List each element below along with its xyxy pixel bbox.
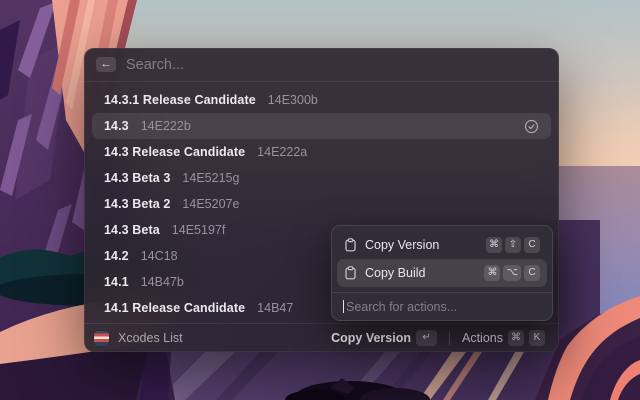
action-label: Copy Build [365, 266, 476, 280]
version-row[interactable]: 14.3.1 Release Candidate 14E300b [92, 87, 551, 113]
key-cap: C [524, 265, 540, 281]
return-key-icon: ↵ [416, 330, 437, 346]
shortcut-keys: ⌘⌥C [484, 265, 540, 281]
actions-button[interactable]: Actions ⌘ K [458, 327, 549, 349]
actions-search-placeholder: Search for actions... [346, 300, 457, 314]
xcodes-app-icon [94, 331, 109, 346]
action-label: Copy Version [365, 238, 478, 252]
version-name: 14.3 Beta [104, 223, 160, 237]
search-header: ← [84, 48, 559, 82]
build-number: 14E222b [141, 119, 191, 133]
shortcut-keys: ⌘⇧C [486, 237, 540, 253]
build-number: 14E300b [268, 93, 318, 107]
back-arrow-icon: ← [101, 59, 112, 70]
key-cap: ⌘ [484, 265, 500, 281]
k-key-icon: K [529, 330, 545, 346]
key-cap: ⇧ [505, 237, 521, 253]
action-item[interactable]: Copy Build ⌘⌥C [337, 259, 547, 287]
text-cursor [343, 300, 344, 313]
version-row[interactable]: 14.3 14E222b [92, 113, 551, 139]
installed-check-icon [524, 119, 539, 134]
version-name: 14.3 Release Candidate [104, 145, 245, 159]
search-input[interactable] [126, 57, 547, 73]
build-number: 14E5215g [182, 171, 239, 185]
actions-label: Actions [462, 331, 503, 345]
version-row[interactable]: 14.3 Beta 2 14E5207e [92, 191, 551, 217]
build-number: 14C18 [141, 249, 178, 263]
clipboard-icon [344, 238, 357, 252]
actions-search-input[interactable]: Search for actions... [332, 292, 552, 320]
version-name: 14.1 [104, 275, 129, 289]
build-number: 14E222a [257, 145, 307, 159]
version-name: 14.2 [104, 249, 129, 263]
version-name: 14.1 Release Candidate [104, 301, 245, 315]
back-button[interactable]: ← [96, 57, 116, 72]
version-row[interactable]: 14.3 Beta 3 14E5215g [92, 165, 551, 191]
key-cap: C [524, 237, 540, 253]
primary-action-label: Copy Version [331, 331, 411, 345]
command-title: Xcodes List [118, 331, 183, 345]
cmd-key-icon: ⌘ [508, 330, 524, 346]
build-number: 14E5207e [182, 197, 239, 211]
build-number: 14B47 [257, 301, 293, 315]
footer-left: Xcodes List [94, 331, 183, 346]
version-name: 14.3 [104, 119, 129, 133]
status-bar: Xcodes List Copy Version ↵ Actions ⌘ K [84, 323, 559, 352]
version-name: 14.3 Beta 3 [104, 171, 170, 185]
action-item[interactable]: Copy Version ⌘⇧C [337, 231, 547, 259]
key-cap: ⌘ [486, 237, 502, 253]
build-number: 14E5197f [172, 223, 226, 237]
version-row[interactable]: 14.3 Release Candidate 14E222a [92, 139, 551, 165]
footer-right: Copy Version ↵ Actions ⌘ K [327, 327, 549, 349]
actions-panel: Copy Version ⌘⇧C Copy Build ⌘⌥C Search f… [331, 225, 553, 321]
clipboard-icon [344, 266, 357, 280]
key-cap: ⌥ [503, 265, 521, 281]
footer-divider [449, 332, 450, 345]
primary-action-button[interactable]: Copy Version ↵ [327, 327, 441, 349]
version-name: 14.3.1 Release Candidate [104, 93, 256, 107]
actions-list: Copy Version ⌘⇧C Copy Build ⌘⌥C [332, 226, 552, 292]
version-name: 14.3 Beta 2 [104, 197, 170, 211]
raycast-window: ← 14.3.1 Release Candidate 14E300b 14.3 … [84, 48, 559, 352]
build-number: 14B47b [141, 275, 184, 289]
